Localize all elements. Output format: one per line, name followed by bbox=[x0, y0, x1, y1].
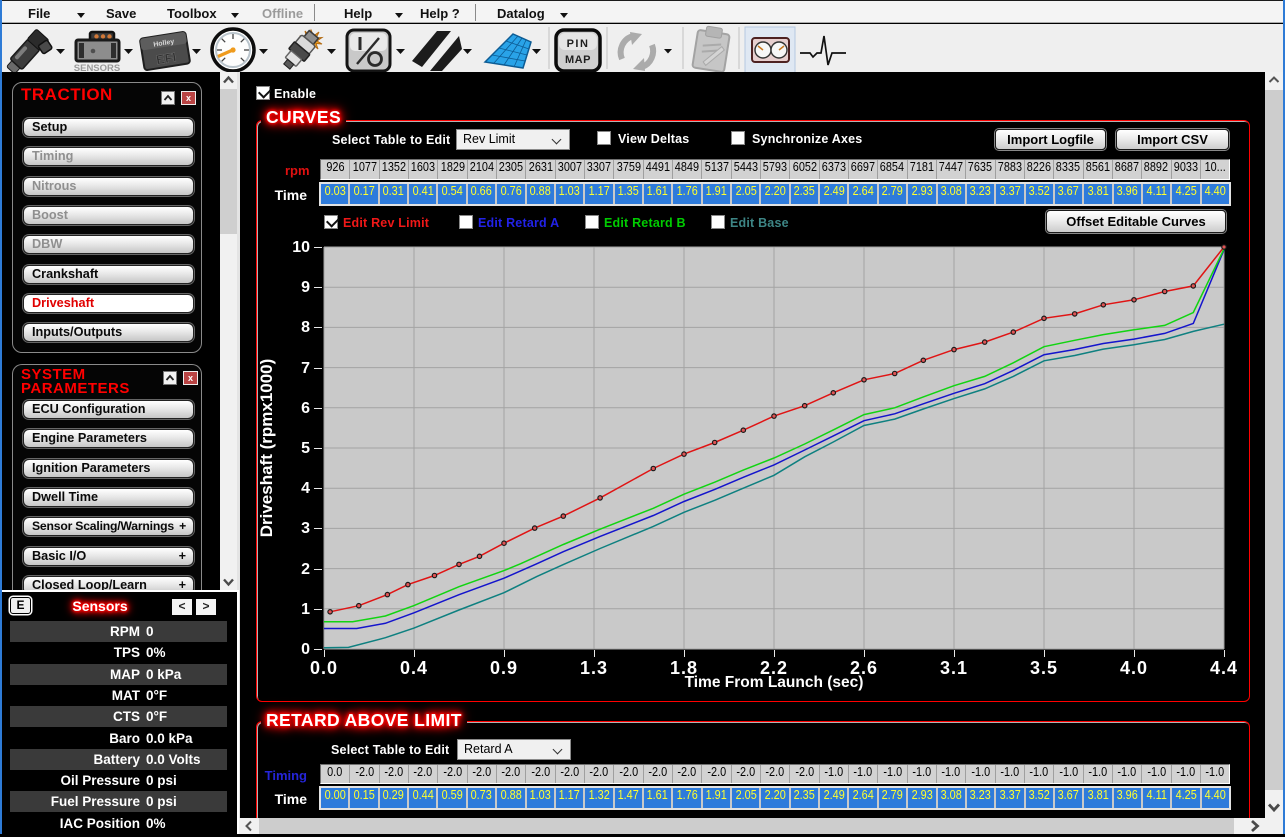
svg-text:SENSORS: SENSORS bbox=[74, 63, 120, 72]
svg-text:EFI: EFI bbox=[155, 49, 177, 67]
svg-text:Driveshaft (rpmx1000): Driveshaft (rpmx1000) bbox=[258, 359, 276, 538]
svg-text:PIN: PIN bbox=[567, 38, 590, 50]
svg-text:MAP: MAP bbox=[565, 54, 591, 66]
